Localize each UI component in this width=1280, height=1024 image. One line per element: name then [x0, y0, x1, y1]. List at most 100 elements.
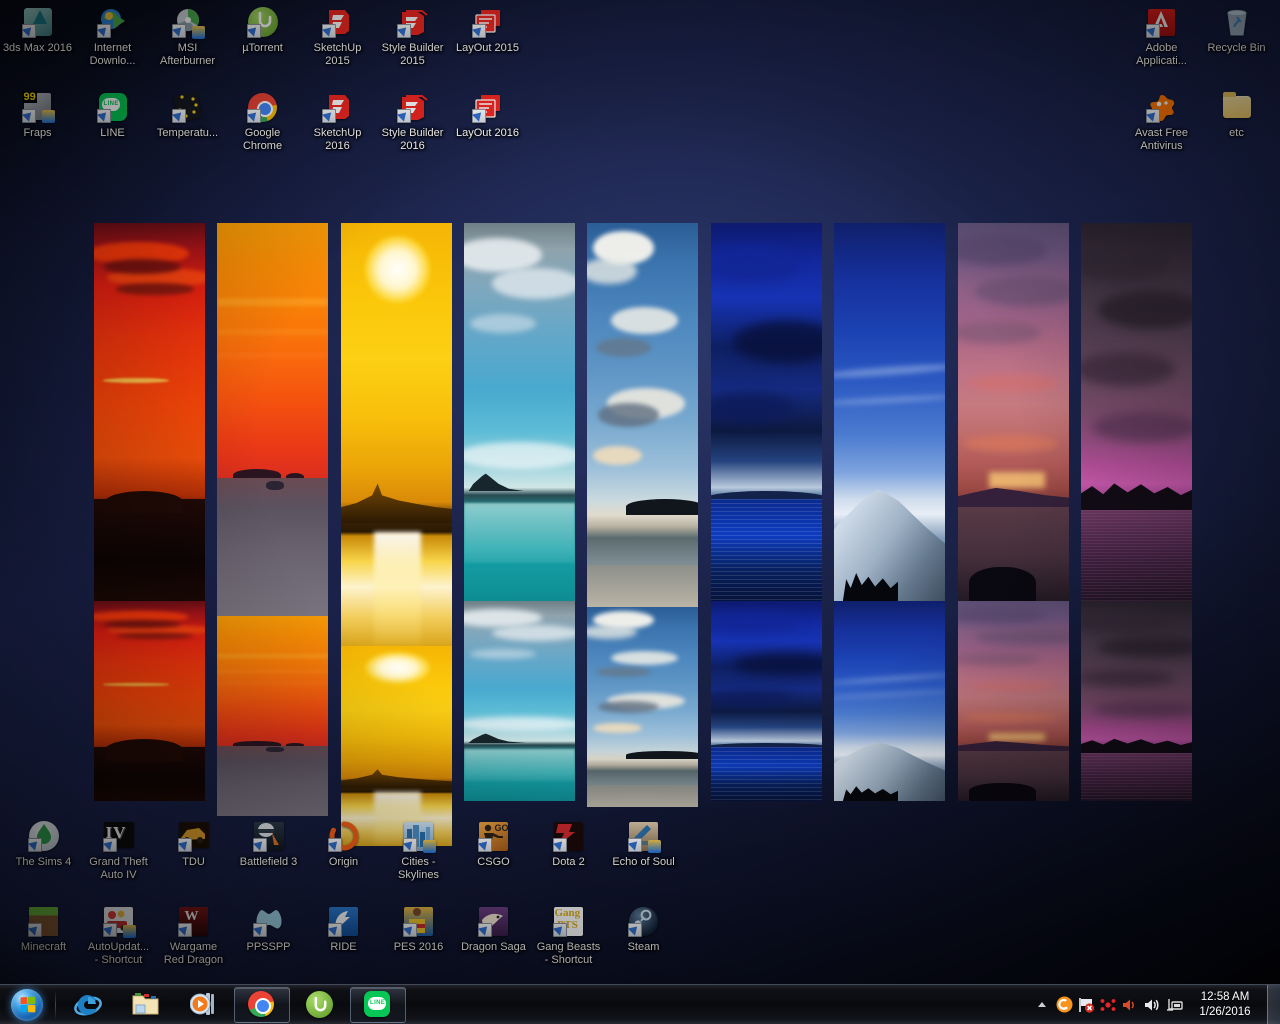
desktop-icon-dragon-saga[interactable]: Dragon Saga — [456, 905, 531, 954]
wallpaper-panel-5 — [587, 223, 698, 607]
desktop-icon-style-builder-2016[interactable]: Style Builder 2016 — [375, 91, 450, 152]
desktop-icon-tdu[interactable]: TDU — [156, 820, 231, 869]
desktop-icon-steam[interactable]: Steam — [606, 905, 681, 954]
desktop-icon-label: etc — [1229, 127, 1244, 139]
taskbar[interactable]: LINE 12:58 AM 1/26/2016 — [0, 984, 1280, 1024]
desktop-icon-cities-skylines[interactable]: Cities - Skylines — [381, 820, 456, 881]
sketchup-icon — [321, 91, 354, 123]
desktop-icon-label: Origin — [328, 856, 359, 868]
avast-tray-icon[interactable] — [1053, 988, 1075, 1022]
desktop-icon-3ds-max-2016[interactable]: 3ds Max 2016 — [0, 6, 75, 55]
desktop-icon-etc-folder[interactable]: etc — [1199, 91, 1274, 140]
utorrent-icon — [306, 990, 334, 1019]
flag-error-icon[interactable] — [1075, 988, 1097, 1022]
desktop-icon-dota-2[interactable]: Dota 2 — [531, 820, 606, 869]
desktop-icon-grand-theft-auto-iv[interactable]: IV Grand Theft Auto IV — [81, 820, 156, 881]
style-builder-icon — [396, 91, 429, 123]
dota-2-icon — [552, 820, 585, 852]
network-icon[interactable] — [1163, 988, 1185, 1022]
desktop-icon-adobe-application[interactable]: Adobe Applicati... — [1124, 6, 1199, 67]
desktop-icon-origin[interactable]: Origin — [306, 820, 381, 869]
speaker-icon[interactable] — [1141, 988, 1163, 1022]
wargame-red-dragon-icon: W — [177, 905, 210, 937]
desktop-icon-label: RIDE — [330, 941, 357, 953]
desktop-icon-layout-2015[interactable]: LayOut 2015 — [450, 6, 525, 55]
dragon-saga-icon — [477, 905, 510, 937]
show-hidden-icons-button[interactable] — [1031, 988, 1053, 1022]
desktop-icon-label: Temperatu... — [156, 127, 219, 139]
recycle-bin-icon — [1221, 6, 1253, 38]
desktop-icon-label: Internet Downlo... — [89, 42, 136, 67]
desktop-icon-label: MSI Afterburner — [159, 42, 216, 67]
desktop-icon-internet-download-manager[interactable]: Internet Downlo... — [75, 6, 150, 67]
start-button[interactable] — [2, 986, 52, 1024]
desktop-icon-sketchup-2015[interactable]: SketchUp 2015 — [300, 6, 375, 67]
desktop-icon-the-sims-4[interactable]: The Sims 4 — [6, 820, 81, 869]
desktop-icon-label: Fraps — [23, 127, 52, 139]
desktop-icon-label: 3ds Max 2016 — [2, 42, 73, 54]
wallpaper-panel-2-reflection — [217, 616, 328, 816]
desktop-icon-gang-beasts[interactable]: Gang BTS Gang Beasts - Shortcut — [531, 905, 606, 966]
the-sims-4-icon — [27, 820, 60, 852]
taskbar-button-utorrent[interactable] — [292, 987, 348, 1023]
desktop-icon-label: LayOut 2015 — [456, 42, 519, 54]
amd-catalyst-icon[interactable] — [1097, 988, 1119, 1022]
desktop-icon-recycle-bin[interactable]: Recycle Bin — [1199, 6, 1274, 55]
taskbar-button-google-chrome[interactable] — [234, 986, 290, 1023]
google-chrome-icon — [246, 91, 279, 123]
wallpaper-panel-6-reflection — [711, 601, 822, 801]
desktop-icon-wargame-red-dragon[interactable]: W Wargame Red Dragon — [156, 905, 231, 966]
taskbar-divider — [55, 989, 56, 1020]
fraps-icon: 99 — [21, 91, 55, 123]
utorrent-icon — [246, 6, 279, 38]
desktop-icon-pes-2016[interactable]: PES 2016 — [381, 905, 456, 954]
taskbar-button-line[interactable]: LINE — [350, 986, 406, 1023]
desktop-icon-label: TDU — [182, 856, 205, 868]
wallpaper-panel-9 — [1081, 223, 1192, 601]
clock[interactable]: 12:58 AM 1/26/2016 — [1185, 985, 1265, 1024]
desktop-icon-line[interactable]: LINE LINE — [75, 91, 150, 140]
desktop-icon-label: LayOut 2016 — [456, 127, 519, 139]
wallpaper-panel-4 — [464, 223, 575, 601]
desktop-icon-label: Cities - Skylines — [398, 856, 439, 881]
desktop-icon-label: Google Chrome — [242, 127, 283, 152]
desktop-icon-temperature[interactable]: Temperatu... — [150, 91, 225, 140]
desktop-icon-utorrent[interactable]: µTorrent — [225, 6, 300, 55]
folder-icon — [1221, 91, 1253, 123]
desktop-icon-msi-afterburner[interactable]: MSI Afterburner — [150, 6, 225, 67]
desktop-icon-minecraft[interactable]: Minecraft — [6, 905, 81, 954]
speaker-muted-icon[interactable] — [1119, 988, 1141, 1022]
cities-skylines-icon — [402, 820, 436, 853]
desktop-icon-label: Grand Theft Auto IV — [89, 856, 148, 881]
desktop-icon-fraps[interactable]: 99 Fraps — [0, 91, 75, 140]
taskbar-button-windows-explorer[interactable] — [118, 987, 174, 1023]
taskbar-button-windows-media-player[interactable] — [176, 987, 232, 1023]
system-tray[interactable]: 12:58 AM 1/26/2016 — [1031, 984, 1280, 1024]
pes-2016-icon — [402, 905, 435, 937]
desktop-icon-label: Adobe Applicati... — [1136, 42, 1187, 67]
desktop-icon-battlefield-3[interactable]: Battlefield 3 — [231, 820, 306, 869]
desktop-icon-echo-of-soul[interactable]: Echo of Soul — [606, 820, 681, 869]
wallpaper-panel-3-reflection — [341, 646, 452, 846]
desktop-icon-google-chrome[interactable]: Google Chrome — [225, 91, 300, 152]
desktop-icon-avast-free-antivirus[interactable]: Avast Free Antivirus — [1124, 91, 1199, 152]
3ds-max-icon — [21, 6, 54, 38]
ride-icon — [327, 905, 360, 937]
desktop-icon-csgo[interactable]: GO CSGO — [456, 820, 531, 869]
desktop-icon-ride[interactable]: RIDE — [306, 905, 381, 954]
show-desktop-button[interactable] — [1267, 984, 1280, 1024]
desktop[interactable]: 3ds Max 2016 Internet Downlo... MSI Afte… — [0, 0, 1280, 984]
desktop-icon-ppsspp[interactable]: PPSSPP — [231, 905, 306, 954]
taskbar-button-internet-explorer[interactable] — [60, 987, 116, 1023]
desktop-icon-sketchup-2016[interactable]: SketchUp 2016 — [300, 91, 375, 152]
minecraft-icon — [27, 905, 60, 937]
desktop-icon-autoupdater[interactable]: AutoUpdat... - Shortcut — [81, 905, 156, 966]
gta-iv-icon: IV — [102, 820, 135, 852]
layout-icon — [471, 6, 504, 38]
desktop-icon-label: Wargame Red Dragon — [163, 941, 224, 966]
wallpaper-panel-1 — [94, 223, 205, 601]
desktop-icon-layout-2016[interactable]: LayOut 2016 — [450, 91, 525, 140]
desktop-icon-style-builder-2015[interactable]: Style Builder 2015 — [375, 6, 450, 67]
layout-icon — [471, 91, 504, 123]
wallpaper-panel-1-reflection — [94, 601, 205, 801]
